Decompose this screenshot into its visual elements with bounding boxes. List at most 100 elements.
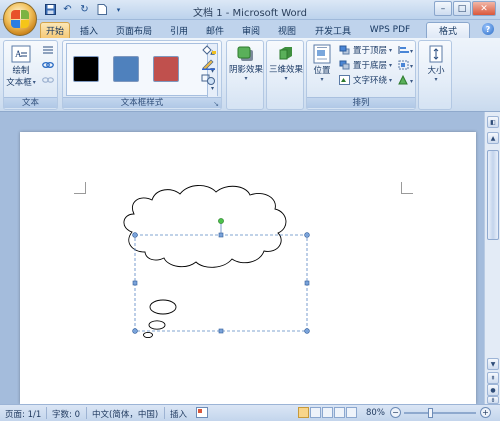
create-link-icon[interactable] bbox=[41, 59, 54, 70]
tab-review[interactable]: 审阅 bbox=[236, 22, 266, 38]
shadow-effects-button[interactable]: 阴影效果 ▾ bbox=[229, 45, 263, 82]
window-controls: – □ ✕ bbox=[434, 1, 496, 16]
chevron-down-icon: ▾ bbox=[320, 76, 324, 83]
size-button[interactable]: 大小 ▾ bbox=[421, 44, 451, 83]
tab-view[interactable]: 视图 bbox=[272, 22, 302, 38]
zoom-in-icon[interactable]: + bbox=[480, 407, 491, 418]
textbox-icon: A bbox=[11, 44, 31, 64]
group-3d-effects: 三维效果 ▾ bbox=[266, 40, 304, 110]
zoom-slider-thumb[interactable] bbox=[428, 408, 433, 418]
svg-text:▾: ▾ bbox=[410, 48, 413, 55]
style-swatch-black[interactable] bbox=[73, 56, 99, 82]
svg-text:A: A bbox=[15, 49, 22, 59]
select-browse-object-icon[interactable]: ● bbox=[487, 384, 499, 396]
group-textbox-styles: ▲ ▼ ▾ 文本框样式 ↘ bbox=[62, 40, 222, 110]
zoom-level[interactable]: 80% bbox=[366, 408, 385, 418]
send-to-back-label: 置于底层 bbox=[353, 61, 388, 71]
ribbon-tabs: 开始 插入 页面布局 引用 邮件 审阅 视图 开发工具 WPS PDF 格式 ? bbox=[0, 20, 500, 38]
status-separator bbox=[86, 407, 87, 419]
bring-to-front-label: 置于顶层 bbox=[353, 46, 388, 56]
group-text-label: 文本 bbox=[4, 97, 57, 108]
dialog-launcher-icon[interactable]: ↘ bbox=[213, 100, 219, 108]
tab-insert[interactable]: 插入 bbox=[74, 22, 104, 38]
position-label: 位置 bbox=[313, 66, 331, 76]
vertical-scrollbar[interactable]: ◧ ▲ ▼ ⇞ ● ⇟ bbox=[484, 112, 500, 404]
office-button[interactable] bbox=[3, 2, 37, 36]
style-swatch-red[interactable] bbox=[153, 56, 179, 82]
help-icon[interactable]: ? bbox=[482, 23, 494, 35]
view-web-layout-icon[interactable] bbox=[322, 407, 333, 418]
status-separator bbox=[46, 407, 47, 419]
style-swatch-blue[interactable] bbox=[113, 56, 139, 82]
tab-mailings[interactable]: 邮件 bbox=[200, 22, 230, 38]
close-button[interactable]: ✕ bbox=[472, 1, 496, 16]
view-draft-icon[interactable] bbox=[346, 407, 357, 418]
tab-home[interactable]: 开始 bbox=[40, 22, 70, 38]
chevron-down-icon: ▾ bbox=[244, 75, 248, 82]
status-word-count[interactable]: 字数: 0 bbox=[52, 408, 80, 420]
document-page[interactable] bbox=[20, 132, 476, 404]
tab-format[interactable]: 格式 bbox=[426, 22, 470, 38]
group-objects-icon[interactable]: ▾ bbox=[397, 59, 415, 70]
text-wrapping-button[interactable]: 文字环绕 ▾ bbox=[338, 74, 392, 86]
3d-effects-button[interactable]: 三维效果 ▾ bbox=[269, 45, 303, 82]
previous-page-icon[interactable]: ⇞ bbox=[487, 372, 499, 384]
textbox-style-gallery: ▲ ▼ ▾ bbox=[66, 43, 218, 97]
size-label: 大小 bbox=[427, 66, 445, 76]
text-direction-icon[interactable] bbox=[41, 44, 54, 55]
rotate-icon[interactable]: ▾ bbox=[397, 74, 415, 85]
send-to-back-button[interactable]: 置于底层 ▾ bbox=[338, 59, 392, 71]
change-shape-icon[interactable] bbox=[199, 74, 219, 85]
shape-outline-icon[interactable] bbox=[199, 59, 219, 70]
thought-bubble-shape[interactable] bbox=[20, 132, 476, 404]
gallery-more-icon[interactable]: ▾ bbox=[211, 85, 214, 92]
view-print-layout-icon[interactable] bbox=[298, 407, 309, 418]
group-arrange-label: 排列 bbox=[307, 97, 415, 108]
position-icon bbox=[313, 44, 331, 64]
status-insert-mode[interactable]: 插入 bbox=[170, 408, 187, 420]
minimize-button[interactable]: – bbox=[434, 1, 452, 16]
document-area bbox=[0, 112, 484, 404]
tab-page-layout[interactable]: 页面布局 bbox=[110, 22, 158, 38]
scroll-down-icon[interactable]: ▼ bbox=[487, 358, 499, 370]
chevron-down-icon: ▾ bbox=[389, 61, 393, 69]
scroll-thumb[interactable] bbox=[487, 150, 499, 240]
group-size: 大小 ▾ bbox=[418, 40, 452, 110]
zoom-slider[interactable] bbox=[404, 412, 476, 414]
ribbon: A 绘制 文本框▾ 文本 ▲ ▼ ▾ bbox=[0, 38, 500, 112]
next-page-icon[interactable]: ⇟ bbox=[487, 396, 499, 404]
maximize-button[interactable]: □ bbox=[453, 1, 471, 16]
group-shadow-effects: 阴影效果 ▾ bbox=[226, 40, 264, 110]
shape-fill-icon[interactable] bbox=[199, 44, 219, 55]
shadow-effects-label: 阴影效果 bbox=[229, 65, 264, 75]
draw-textbox-label-line1: 绘制 bbox=[12, 66, 30, 76]
position-button[interactable]: 位置 ▾ bbox=[309, 44, 335, 83]
tab-references[interactable]: 引用 bbox=[164, 22, 194, 38]
3d-cube-icon bbox=[276, 45, 296, 63]
window-title: 文档 1 - Microsoft Word bbox=[193, 8, 307, 19]
tab-wps-pdf[interactable]: WPS PDF bbox=[364, 22, 416, 38]
3d-effects-label: 三维效果 bbox=[269, 65, 304, 75]
macro-record-icon[interactable] bbox=[196, 407, 208, 421]
chevron-down-icon: ▾ bbox=[389, 76, 393, 84]
group-textbox-styles-label: 文本框样式 bbox=[63, 97, 221, 108]
tab-developer[interactable]: 开发工具 bbox=[308, 22, 358, 38]
view-outline-icon[interactable] bbox=[334, 407, 345, 418]
group-arrange: 位置 ▾ 置于顶层 ▾ 置于底层 ▾ 文字环绕 ▾ ▾ ▾ ▾ 排列 bbox=[306, 40, 416, 110]
bring-to-front-icon bbox=[338, 45, 351, 56]
status-language[interactable]: 中文(简体，中国) bbox=[92, 408, 158, 420]
shadow-effect-icon bbox=[236, 45, 256, 63]
scroll-up-icon[interactable]: ▲ bbox=[487, 132, 499, 144]
svg-text:▾: ▾ bbox=[410, 63, 413, 70]
ruler-toggle-icon[interactable]: ◧ bbox=[487, 116, 499, 128]
align-icon[interactable]: ▾ bbox=[397, 44, 415, 55]
view-full-screen-icon[interactable] bbox=[310, 407, 321, 418]
draw-textbox-button[interactable]: A 绘制 文本框 ▾ bbox=[6, 44, 36, 88]
chevron-down-icon: ▾ bbox=[284, 75, 288, 82]
bring-to-front-button[interactable]: 置于顶层 ▾ bbox=[338, 44, 392, 56]
send-to-back-icon bbox=[338, 60, 351, 71]
status-page[interactable]: 页面: 1/1 bbox=[5, 408, 41, 420]
zoom-out-icon[interactable]: − bbox=[390, 407, 401, 418]
text-wrapping-label: 文字环绕 bbox=[353, 76, 388, 86]
break-link-icon[interactable] bbox=[41, 74, 54, 85]
